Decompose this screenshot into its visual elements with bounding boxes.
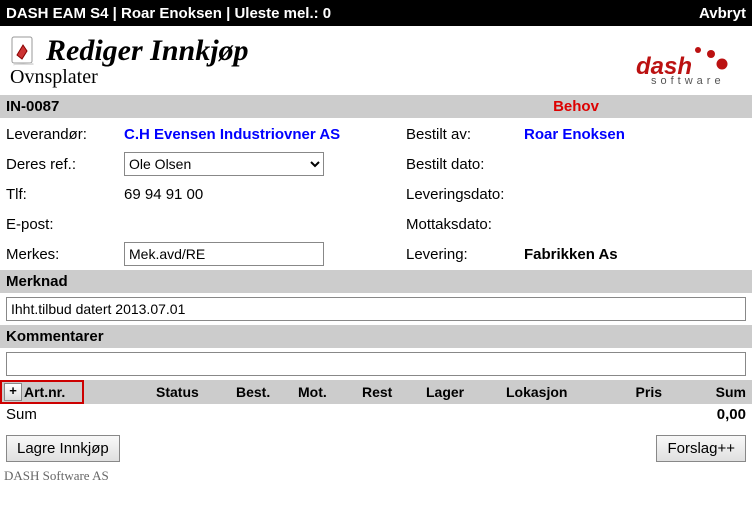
delivery-date-label: Leveringsdato: xyxy=(406,186,524,203)
col-mot: Mot. xyxy=(298,384,362,400)
ordered-date-label: Bestilt dato: xyxy=(406,156,524,173)
col-artnr: Art.nr. xyxy=(24,384,65,400)
note-header: Merknad xyxy=(0,270,752,293)
sum-value: 0,00 xyxy=(717,406,746,423)
svg-text:software: software xyxy=(651,75,725,87)
col-lager: Lager xyxy=(426,384,506,400)
sum-row: Sum 0,00 xyxy=(0,404,752,425)
ordered-by-link[interactable]: Roar Enoksen xyxy=(524,126,625,143)
comments-header: Kommentarer xyxy=(0,325,752,348)
marked-label: Merkes: xyxy=(6,246,124,263)
footer-buttons: Lagre Innkjøp Forslag++ xyxy=(0,425,752,468)
delivery-label: Levering: xyxy=(406,246,524,263)
top-bar: DASH EAM S4 | Roar Enoksen | Uleste mel.… xyxy=(0,0,752,26)
received-date-label: Mottaksdato: xyxy=(406,216,524,233)
topbar-title: DASH EAM S4 | Roar Enoksen | Uleste mel.… xyxy=(6,5,331,22)
email-label: E-post: xyxy=(6,216,124,233)
suggest-button[interactable]: Forslag++ xyxy=(656,435,746,462)
phone-value: 69 94 91 00 xyxy=(124,186,203,203)
comments-input[interactable] xyxy=(6,352,746,376)
ordered-by-label: Bestilt av: xyxy=(406,126,524,143)
col-sum: Sum xyxy=(662,384,746,400)
title-bar: Rediger Innkjøp Ovnsplater dash software xyxy=(0,26,752,95)
purchase-id: IN-0087 xyxy=(0,95,400,118)
info-header: IN-0087 Behov xyxy=(0,95,752,118)
col-rest: Rest xyxy=(362,384,426,400)
phone-label: Tlf: xyxy=(6,186,124,203)
delivery-value: Fabrikken As xyxy=(524,246,618,263)
purchase-status: Behov xyxy=(400,95,752,118)
supplier-link[interactable]: C.H Evensen Industriovner AS xyxy=(124,126,340,143)
col-pris: Pris xyxy=(606,384,662,400)
their-ref-select[interactable]: Ole Olsen xyxy=(124,152,324,176)
document-icon xyxy=(8,35,40,67)
supplier-label: Leverandør: xyxy=(6,126,124,143)
sum-label: Sum xyxy=(6,406,37,423)
col-best: Best. xyxy=(236,384,298,400)
footer-company: DASH Software AS xyxy=(0,468,752,488)
page-title: Rediger Innkjøp xyxy=(46,34,249,68)
add-artnr-cell: + Art.nr. xyxy=(0,380,84,404)
col-status: Status xyxy=(156,384,236,400)
page-subtitle: Ovnsplater xyxy=(10,66,249,89)
cancel-button[interactable]: Avbryt xyxy=(699,5,746,22)
save-button[interactable]: Lagre Innkjøp xyxy=(6,435,120,462)
info-body: Leverandør: C.H Evensen Industriovner AS… xyxy=(0,118,752,270)
marked-input[interactable] xyxy=(124,242,324,266)
dash-logo: dash software xyxy=(618,40,738,91)
their-ref-label: Deres ref.: xyxy=(6,156,124,173)
col-lokasjon: Lokasjon xyxy=(506,384,606,400)
note-input[interactable] xyxy=(6,297,746,321)
line-table-header: + Art.nr. Status Best. Mot. Rest Lager L… xyxy=(0,380,752,404)
add-line-button[interactable]: + xyxy=(4,383,22,401)
